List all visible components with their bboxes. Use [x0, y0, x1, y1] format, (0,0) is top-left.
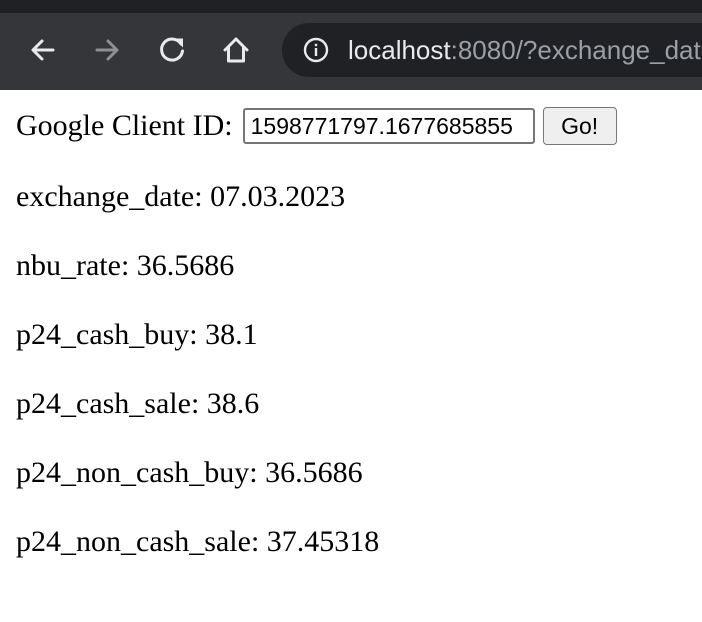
home-button[interactable]: [214, 28, 258, 72]
client-id-label: Google Client ID:: [16, 109, 233, 142]
address-bar[interactable]: localhost:8080/?exchange_date=07.03.2023: [282, 23, 702, 77]
forward-arrow-icon: [95, 39, 119, 61]
browser-toolbar: localhost:8080/?exchange_date=07.03.2023: [0, 0, 702, 90]
back-button[interactable]: [21, 28, 65, 72]
back-arrow-icon: [31, 39, 55, 61]
p24-cash-buy-line: p24_cash_buy: 38.1: [16, 318, 258, 351]
home-icon: [223, 37, 249, 63]
url-path: :8080/?exchange_date=07.03.2023: [450, 35, 702, 65]
p24-cash-sale-line: p24_cash_sale: 38.6: [16, 387, 260, 420]
client-id-input[interactable]: [242, 108, 535, 144]
p24-non-cash-sale-line: p24_non_cash_sale: 37.45318: [16, 525, 380, 558]
reload-icon: [160, 37, 184, 62]
exchange-date-line: exchange_date: 07.03.2023: [16, 180, 346, 213]
client-id-form: Google Client ID: Go!: [16, 104, 617, 148]
url-text: localhost:8080/?exchange_date=07.03.2023: [348, 35, 702, 65]
go-button[interactable]: Go!: [542, 107, 617, 145]
reload-button[interactable]: [150, 28, 194, 72]
forward-button[interactable]: [85, 28, 129, 72]
tab-strip: [0, 0, 702, 13]
url-host: localhost: [348, 35, 451, 65]
nbu-rate-line: nbu_rate: 36.5686: [16, 249, 235, 282]
info-icon[interactable]: [303, 37, 329, 63]
p24-non-cash-buy-line: p24_non_cash_buy: 36.5686: [16, 456, 363, 489]
